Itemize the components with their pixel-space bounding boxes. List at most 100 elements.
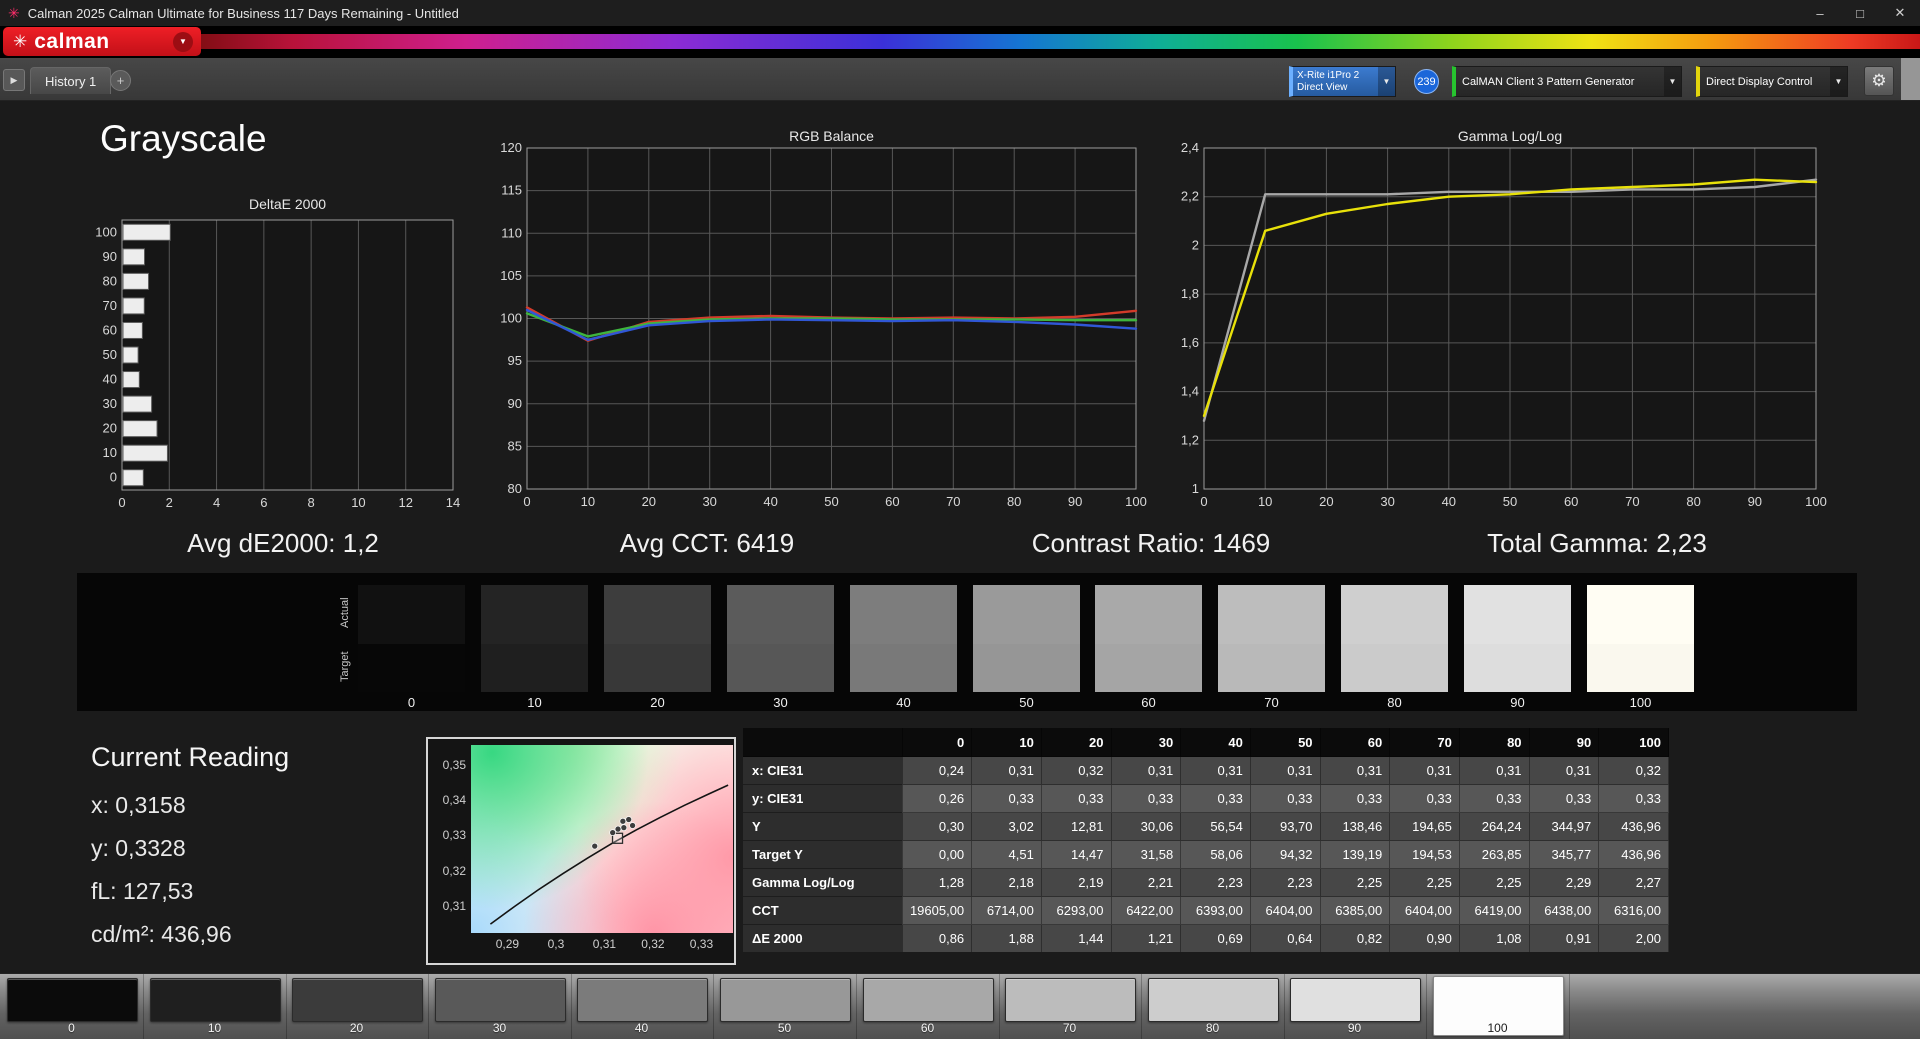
table-cell: 2,23 — [1180, 868, 1251, 897]
svg-text:40: 40 — [1442, 494, 1456, 509]
reading-y: y: 0,3328 — [91, 835, 186, 861]
table-row-label: CCT — [743, 896, 903, 925]
logo-dropdown-button[interactable]: ▼ — [173, 31, 193, 52]
grayscale-swatch: 0 — [358, 585, 465, 710]
pattern-level-button[interactable] — [1148, 978, 1279, 1022]
minimize-button[interactable]: – — [1800, 0, 1840, 26]
add-tab-button[interactable]: + — [110, 70, 131, 91]
reading-x: x: 0,3158 — [91, 792, 186, 818]
table-cell: 0,33 — [1459, 784, 1530, 813]
window-controls: – □ ✕ — [1800, 0, 1920, 26]
tab-history-1[interactable]: History 1 — [30, 67, 112, 94]
table-cell: 0,32 — [1598, 756, 1669, 785]
swatch-label: 90 — [1510, 695, 1525, 710]
table-header-cell: 50 — [1250, 728, 1321, 757]
reading-fl: fL: 127,53 — [91, 878, 194, 904]
pattern-generator-dropdown[interactable]: CalMAN Client 3 Pattern Generator ▼ — [1452, 66, 1682, 97]
pattern-level-slot: 60 — [857, 974, 1000, 1039]
cie-x-tick: 0,31 — [592, 937, 617, 951]
svg-text:90: 90 — [1068, 494, 1082, 509]
table-cell: 1,88 — [971, 924, 1042, 952]
swatch-label: 10 — [527, 695, 542, 710]
svg-text:2,2: 2,2 — [1181, 189, 1199, 204]
table-cell: 1,21 — [1111, 924, 1182, 952]
swatch-label: 30 — [773, 695, 788, 710]
table-cell: 0,31 — [1320, 756, 1391, 785]
meter-device-dropdown[interactable]: X-Rite i1Pro 2 Direct View ▼ — [1289, 66, 1396, 97]
svg-text:1,2: 1,2 — [1181, 432, 1199, 447]
side-panel-edge[interactable] — [1901, 58, 1920, 100]
cie-diagram: 0,31 0,32 0,33 0,34 0,35 0,29 0,3 0,31 0,32 0,33 — [426, 737, 736, 965]
table-cell: 0,90 — [1389, 924, 1460, 952]
pattern-level-button[interactable] — [720, 978, 851, 1022]
cie-y-tick: 0,33 — [442, 828, 466, 843]
table-header-cell: 100 — [1598, 728, 1669, 757]
svg-text:50: 50 — [1503, 494, 1517, 509]
table-cell: 6714,00 — [971, 896, 1042, 925]
pattern-level-button[interactable] — [1005, 978, 1136, 1022]
display-control-dropdown[interactable]: Direct Display Control ▼ — [1696, 66, 1848, 97]
swatch-label: 100 — [1629, 695, 1652, 710]
chevron-down-icon[interactable]: ▼ — [1830, 67, 1847, 96]
swatch-color — [1587, 585, 1694, 692]
svg-text:12: 12 — [398, 495, 412, 510]
pattern-level-button[interactable] — [435, 978, 566, 1022]
svg-text:6: 6 — [260, 495, 267, 510]
svg-text:50: 50 — [103, 347, 117, 362]
pattern-level-label: 90 — [1347, 1021, 1362, 1035]
actual-row-label: Actual — [339, 597, 351, 629]
cie-y-tick: 0,32 — [442, 863, 466, 878]
pattern-level-slot: 50 — [714, 974, 857, 1039]
table-row: CCT 19605,00 6714,00 6293,00 6422,00 6393,00 6… — [743, 896, 1669, 925]
maximize-button[interactable]: □ — [1840, 0, 1880, 26]
swatch-color — [1341, 585, 1448, 692]
pattern-level-button[interactable] — [1290, 978, 1421, 1022]
svg-text:115: 115 — [501, 183, 522, 198]
pattern-level-button[interactable] — [7, 978, 138, 1022]
table-cell: 0,31 — [1250, 756, 1321, 785]
close-button[interactable]: ✕ — [1880, 0, 1920, 26]
tab-scroll-button[interactable]: ▶ — [3, 69, 25, 91]
pattern-level-button[interactable] — [292, 978, 423, 1022]
chevron-down-icon[interactable]: ▼ — [1378, 67, 1395, 96]
display-control-label: Direct Display Control — [1706, 75, 1813, 88]
svg-text:20: 20 — [1319, 494, 1333, 509]
table-cell: 345,77 — [1529, 840, 1600, 869]
svg-text:4: 4 — [213, 495, 220, 510]
svg-text:1: 1 — [1192, 481, 1199, 496]
table-cell: 0,33 — [1389, 784, 1460, 813]
svg-text:60: 60 — [885, 494, 899, 509]
cie-y-tick: 0,31 — [442, 899, 466, 914]
svg-text:30: 30 — [1380, 494, 1394, 509]
table-cell: 1,08 — [1459, 924, 1530, 952]
reading-cdm2: cd/m²: 436,96 — [91, 921, 232, 947]
grayscale-swatch: 60 — [1095, 585, 1202, 710]
meter-status-badge: 239 — [1414, 69, 1439, 94]
grayscale-swatch: 70 — [1218, 585, 1325, 710]
table-cell: 0,31 — [971, 756, 1042, 785]
table-header-cell: 70 — [1389, 728, 1460, 757]
svg-text:120: 120 — [500, 140, 522, 155]
table-cell: 0,24 — [902, 756, 973, 785]
table-cell: 93,70 — [1250, 812, 1321, 841]
calman-logo-menu[interactable]: ✳ calman ▼ — [3, 27, 201, 56]
table-cell: 3,02 — [971, 812, 1042, 841]
pattern-level-button[interactable] — [150, 978, 281, 1022]
table-cell: 0,69 — [1180, 924, 1251, 952]
pattern-level-label: 0 — [68, 1021, 75, 1035]
swatch-color — [1095, 585, 1202, 692]
table-header-cell: 60 — [1320, 728, 1391, 757]
swatch-color — [727, 585, 834, 692]
pattern-level-button[interactable] — [577, 978, 708, 1022]
pattern-level-label: 40 — [634, 1021, 649, 1035]
table-header-cell: 0 — [902, 728, 973, 757]
pattern-level-button[interactable] — [863, 978, 994, 1022]
table-cell: 139,19 — [1320, 840, 1391, 869]
settings-button[interactable]: ⚙ — [1864, 66, 1894, 96]
stat-contrast-ratio: Contrast Ratio: 1469 — [1031, 528, 1271, 558]
table-cell: 0,82 — [1320, 924, 1391, 952]
chevron-down-icon[interactable]: ▼ — [1664, 67, 1681, 96]
table-cell: 0,86 — [902, 924, 973, 952]
title-bar: ✳ Calman 2025 Calman Ultimate for Busine… — [0, 0, 1920, 27]
svg-text:14: 14 — [446, 495, 460, 510]
